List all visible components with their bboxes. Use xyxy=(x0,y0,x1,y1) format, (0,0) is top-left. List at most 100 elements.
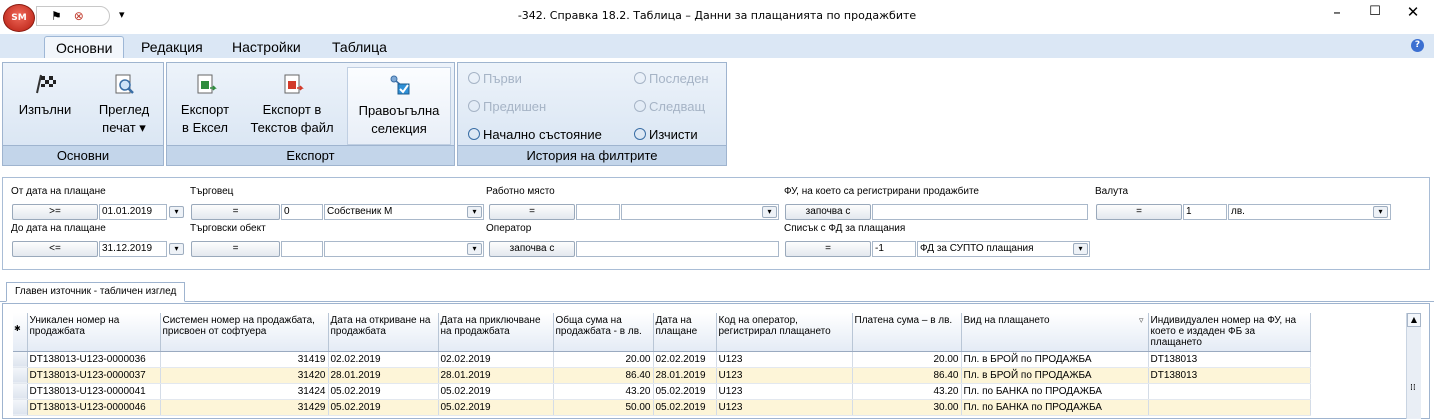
minimize-button[interactable]: – xyxy=(1322,3,1352,23)
cell-open-date[interactable]: 05.02.2019 xyxy=(328,399,439,416)
col-header-operator[interactable]: Код на оператор, регистрирал плащането xyxy=(716,313,853,352)
merchant-code-input[interactable]: 0 xyxy=(281,204,323,220)
tab-main-source[interactable]: Главен източник - табличен изглед xyxy=(6,282,186,302)
currency-op-button[interactable]: = xyxy=(1096,204,1182,220)
cell-open-date[interactable]: 28.01.2019 xyxy=(328,367,439,384)
cell-unique-id[interactable]: DT138013-U123-0000037 xyxy=(27,367,161,384)
cell-pay-date[interactable]: 05.02.2019 xyxy=(653,383,717,400)
tab-settings[interactable]: Настройки xyxy=(221,36,312,58)
maximize-button[interactable]: ☐ xyxy=(1360,3,1390,23)
col-header-system-id[interactable]: Системен номер на продажбата, присвоен о… xyxy=(160,313,329,352)
cell-device[interactable] xyxy=(1148,383,1311,400)
site-dropdown-icon[interactable]: ▾ xyxy=(467,243,482,255)
cell-device[interactable] xyxy=(1148,399,1311,416)
table-row[interactable]: DT138013-U123-0000037 31420 28.01.2019 28.0… xyxy=(13,367,1311,384)
scroll-grip-icon[interactable]: ⁞⁞ xyxy=(1410,383,1416,393)
cell-system-id[interactable]: 31420 xyxy=(160,367,329,384)
export-excel-button[interactable]: Експорт в Ексел xyxy=(171,67,239,145)
history-prev-button[interactable]: Предишен xyxy=(468,99,546,114)
workplace-code-input[interactable] xyxy=(576,204,620,220)
history-last-button[interactable]: Последен xyxy=(634,71,709,86)
cell-paid[interactable]: 43.20 xyxy=(852,383,962,400)
col-header-close-date[interactable]: Дата на приключване на продажбата xyxy=(438,313,554,352)
cell-system-id[interactable]: 31424 xyxy=(160,383,329,400)
cell-close-date[interactable]: 05.02.2019 xyxy=(438,383,554,400)
cell-open-date[interactable]: 02.02.2019 xyxy=(328,351,439,368)
cell-pay-type[interactable]: Пл. в БРОЙ по ПРОДАЖБА xyxy=(961,351,1149,368)
cell-paid[interactable]: 20.00 xyxy=(852,351,962,368)
cell-pay-type[interactable]: Пл. в БРОЙ по ПРОДАЖБА xyxy=(961,367,1149,384)
cell-unique-id[interactable]: DT138013-U123-0000036 xyxy=(27,351,161,368)
cell-system-id[interactable]: 31419 xyxy=(160,351,329,368)
tab-main[interactable]: Основни xyxy=(44,36,125,58)
date-to-op-button[interactable]: <= xyxy=(12,241,98,257)
fd-list-code-input[interactable]: -1 xyxy=(872,241,916,257)
close-button[interactable]: ✕ xyxy=(1398,3,1428,23)
col-header-pay-type[interactable]: Вид на плащането ▿ xyxy=(961,313,1149,352)
fd-device-input[interactable] xyxy=(872,204,1088,220)
cell-unique-id[interactable]: DT138013-U123-0000041 xyxy=(27,383,161,400)
col-header-unique-id[interactable]: Уникален номер на продажбата xyxy=(27,313,161,352)
site-select[interactable] xyxy=(324,241,484,257)
cell-device[interactable]: DT138013 xyxy=(1148,367,1311,384)
date-to-dropdown-icon[interactable]: ▾ xyxy=(169,243,184,255)
fd-list-dropdown-icon[interactable]: ▾ xyxy=(1073,243,1088,255)
run-button[interactable]: Изпълни xyxy=(6,67,84,145)
table-row[interactable]: DT138013-U123-0000036 31419 02.02.2019 02.0… xyxy=(13,351,1311,368)
currency-code-input[interactable]: 1 xyxy=(1183,204,1227,220)
merchant-op-button[interactable]: = xyxy=(191,204,280,220)
cell-open-date[interactable]: 05.02.2019 xyxy=(328,383,439,400)
row-indicator[interactable] xyxy=(13,383,28,400)
cell-operator[interactable]: U123 xyxy=(716,399,853,416)
operator-input[interactable] xyxy=(576,241,779,257)
cell-system-id[interactable]: 31429 xyxy=(160,399,329,416)
cell-operator[interactable]: U123 xyxy=(716,383,853,400)
cell-paid[interactable]: 86.40 xyxy=(852,367,962,384)
help-icon[interactable]: ? xyxy=(1411,39,1424,52)
rect-selection-button[interactable]: Правоъгълна селекция xyxy=(347,67,451,145)
fd-list-select[interactable]: ФД за СУПТО плащания xyxy=(917,241,1090,257)
col-header-total[interactable]: Обща сума на продажбата - в лв. xyxy=(553,313,654,352)
history-clear-button[interactable]: Изчисти xyxy=(634,127,698,142)
date-from-input[interactable]: 01.01.2019 xyxy=(99,204,167,220)
merchant-dropdown-icon[interactable]: ▾ xyxy=(467,206,482,218)
filter-icon[interactable]: ▿ xyxy=(1139,315,1144,326)
workplace-select[interactable] xyxy=(621,204,779,220)
history-first-button[interactable]: Първи xyxy=(468,71,522,86)
workplace-dropdown-icon[interactable]: ▾ xyxy=(762,206,777,218)
fd-list-op-button[interactable]: = xyxy=(785,241,871,257)
date-to-input[interactable]: 31.12.2019 xyxy=(99,241,167,257)
cell-close-date[interactable]: 02.02.2019 xyxy=(438,351,554,368)
tab-edit[interactable]: Редакция xyxy=(130,36,214,58)
cell-total[interactable]: 50.00 xyxy=(553,399,654,416)
cell-pay-date[interactable]: 02.02.2019 xyxy=(653,351,717,368)
vertical-scrollbar[interactable]: ▲ ⁞⁞ xyxy=(1406,313,1421,419)
col-header-device[interactable]: Индивидуален номер на ФУ, на което е изд… xyxy=(1148,313,1311,352)
col-header-pay-date[interactable]: Дата на плащане xyxy=(653,313,717,352)
cell-pay-date[interactable]: 28.01.2019 xyxy=(653,367,717,384)
cell-paid[interactable]: 30.00 xyxy=(852,399,962,416)
cell-close-date[interactable]: 28.01.2019 xyxy=(438,367,554,384)
history-reset-button[interactable]: Начално състояние xyxy=(468,127,602,142)
row-indicator[interactable] xyxy=(13,351,28,368)
cell-total[interactable]: 86.40 xyxy=(553,367,654,384)
currency-select[interactable]: лв. xyxy=(1228,204,1391,220)
date-from-op-button[interactable]: >= xyxy=(12,204,98,220)
cell-operator[interactable]: U123 xyxy=(716,367,853,384)
tab-table[interactable]: Таблица xyxy=(321,36,398,58)
cell-close-date[interactable]: 05.02.2019 xyxy=(438,399,554,416)
table-row[interactable]: DT138013-U123-0000046 31429 05.02.2019 05.0… xyxy=(13,399,1311,416)
date-from-dropdown-icon[interactable]: ▾ xyxy=(169,206,184,218)
cell-total[interactable]: 43.20 xyxy=(553,383,654,400)
workplace-op-button[interactable]: = xyxy=(489,204,575,220)
cell-device[interactable]: DT138013 xyxy=(1148,351,1311,368)
cell-pay-type[interactable]: Пл. по БАНКА по ПРОДАЖБА xyxy=(961,383,1149,400)
export-text-button[interactable]: Експорт в Текстов файл xyxy=(243,67,341,145)
print-preview-button[interactable]: Преглед печат ▾ xyxy=(87,67,161,145)
operator-op-button[interactable]: започва с xyxy=(489,241,575,257)
row-indicator[interactable] xyxy=(13,367,28,384)
col-header-open-date[interactable]: Дата на откриване на продажбата xyxy=(328,313,439,352)
history-next-button[interactable]: Следващ xyxy=(634,99,705,114)
fd-device-op-button[interactable]: започва с xyxy=(785,204,871,220)
cell-unique-id[interactable]: DT138013-U123-0000046 xyxy=(27,399,161,416)
